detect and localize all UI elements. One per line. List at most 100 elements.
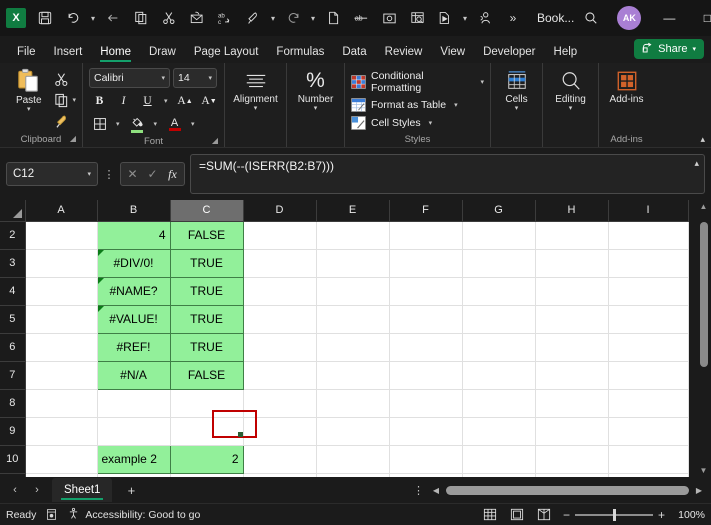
column-header-A[interactable]: A (25, 200, 98, 222)
zoom-in-button[interactable]: + (658, 508, 665, 522)
cell-D10[interactable] (243, 445, 317, 474)
sheet-options-icon[interactable]: ⋮ (407, 484, 430, 497)
name-box[interactable]: C12 ▾ (6, 162, 98, 186)
strikethrough-icon[interactable]: ab (347, 4, 375, 32)
column-header-I[interactable]: I (608, 200, 689, 222)
row-header-3[interactable]: 3 (0, 249, 26, 278)
row-header-6[interactable]: 6 (0, 333, 26, 362)
cell-G11[interactable] (462, 473, 536, 477)
font-dialog-launcher-icon[interactable]: ◢ (212, 133, 218, 148)
clipboard-dialog-launcher-icon[interactable]: ◢ (70, 131, 76, 146)
cell-A5[interactable] (25, 305, 98, 334)
search-icon[interactable] (574, 0, 608, 36)
font-color-dropdown-icon[interactable]: ▾ (191, 120, 195, 128)
tab-home[interactable]: Home (91, 43, 140, 63)
cell-B6[interactable]: #REF! (96, 332, 171, 362)
cell-I2[interactable] (608, 221, 689, 250)
screenshot-icon[interactable] (375, 4, 403, 32)
cell-F6[interactable] (389, 333, 463, 362)
format-painter-icon[interactable] (239, 4, 267, 32)
cell-B11[interactable] (97, 473, 171, 477)
permissions-icon[interactable] (471, 4, 499, 32)
fill-color-button[interactable] (127, 114, 148, 134)
vertical-scroll-thumb[interactable] (699, 222, 708, 367)
page-break-preview-icon[interactable] (536, 507, 553, 523)
tab-developer[interactable]: Developer (474, 43, 544, 63)
cell-A9[interactable] (25, 417, 98, 446)
horizontal-scroll-thumb[interactable] (446, 485, 689, 495)
cell-A8[interactable] (25, 389, 98, 418)
column-header-E[interactable]: E (316, 200, 390, 222)
cell-B8[interactable] (97, 389, 171, 418)
cells-button[interactable]: Cells ▾ (497, 66, 536, 113)
cells-dropdown-icon[interactable]: ▾ (515, 105, 519, 113)
format-painter-button[interactable] (54, 111, 76, 131)
cell-D6[interactable] (243, 333, 317, 362)
select-all-corner[interactable] (0, 200, 26, 222)
overflow-icon[interactable]: » (499, 4, 527, 32)
cell-I5[interactable] (608, 305, 689, 334)
number-dropdown-icon[interactable]: ▾ (314, 105, 318, 113)
cell-H5[interactable] (535, 305, 609, 334)
cell-I9[interactable] (608, 417, 689, 446)
editing-dropdown-icon[interactable]: ▾ (569, 105, 573, 113)
cell-F4[interactable] (389, 277, 463, 306)
cell-H9[interactable] (535, 417, 609, 446)
macro-record-icon[interactable] (45, 508, 58, 521)
addins-button[interactable]: Add-ins (605, 66, 648, 105)
cell-I10[interactable] (608, 445, 689, 474)
cell-A3[interactable] (25, 249, 98, 278)
cell-D3[interactable] (243, 249, 317, 278)
cell-styles-button[interactable]: Cell Styles ▾ (351, 116, 484, 130)
tab-page-layout[interactable]: Page Layout (185, 43, 268, 63)
italic-button[interactable]: I (113, 91, 134, 111)
spreadsheet-grid[interactable]: A B C D E F G H I 2 4 FALSE 3 #DIV/0! TR… (0, 200, 711, 477)
fill-color-dropdown-icon[interactable]: ▾ (154, 120, 158, 128)
decrease-font-size-button[interactable]: A ▼ (199, 91, 220, 111)
sort-filter-dropdown-icon[interactable]: ▾ (459, 4, 471, 32)
cell-H2[interactable] (535, 221, 609, 250)
tab-data[interactable]: Data (333, 43, 375, 63)
new-file-icon[interactable] (319, 4, 347, 32)
redo-dropdown-icon[interactable]: ▾ (307, 4, 319, 32)
cell-A6[interactable] (25, 333, 98, 362)
column-header-C[interactable]: C (170, 200, 244, 222)
cell-C5[interactable]: TRUE (169, 304, 244, 334)
check-icon[interactable]: ✓ (143, 163, 162, 185)
normal-view-icon[interactable] (482, 507, 499, 523)
conditional-formatting-button[interactable]: Conditional Formatting ▾ (351, 70, 484, 94)
number-button[interactable]: % Number ▾ (293, 66, 338, 113)
cell-A10[interactable] (25, 445, 98, 474)
tab-view[interactable]: View (431, 43, 474, 63)
chevron-down-icon[interactable]: ▾ (480, 78, 484, 86)
paste-button[interactable]: Paste ▾ (6, 66, 51, 114)
cell-E7[interactable] (316, 361, 390, 390)
cell-B3[interactable]: #DIV/0! (96, 248, 171, 278)
cell-C9[interactable] (170, 417, 244, 446)
cell-E9[interactable] (316, 417, 390, 446)
previous-sheet-icon[interactable]: ‹ (4, 479, 26, 501)
save-icon[interactable] (31, 4, 59, 32)
font-color-button[interactable]: A (164, 114, 185, 134)
cell-F11[interactable] (389, 473, 463, 477)
sheet-tab-sheet1[interactable]: Sheet1 (52, 478, 113, 502)
minimize-button[interactable]: — (650, 0, 688, 36)
share-dropdown-icon[interactable]: ▾ (692, 45, 696, 53)
column-header-F[interactable]: F (389, 200, 463, 222)
row-header-8[interactable]: 8 (0, 389, 26, 418)
cell-A11[interactable] (25, 473, 98, 477)
tab-review[interactable]: Review (376, 43, 432, 63)
cell-G5[interactable] (462, 305, 536, 334)
collapse-ribbon-icon[interactable]: ▴ (700, 134, 705, 145)
cell-D7[interactable] (243, 361, 317, 390)
cell-E6[interactable] (316, 333, 390, 362)
cell-D5[interactable] (243, 305, 317, 334)
maximize-button[interactable]: □ (688, 0, 711, 36)
fill-handle[interactable] (238, 432, 243, 437)
scroll-left-icon[interactable]: ◀ (430, 486, 442, 495)
add-sheet-button[interactable]: + (118, 478, 144, 502)
zoom-slider[interactable]: − + (563, 508, 665, 522)
bold-button[interactable]: B (89, 91, 110, 111)
cell-H7[interactable] (535, 361, 609, 390)
cell-I8[interactable] (608, 389, 689, 418)
